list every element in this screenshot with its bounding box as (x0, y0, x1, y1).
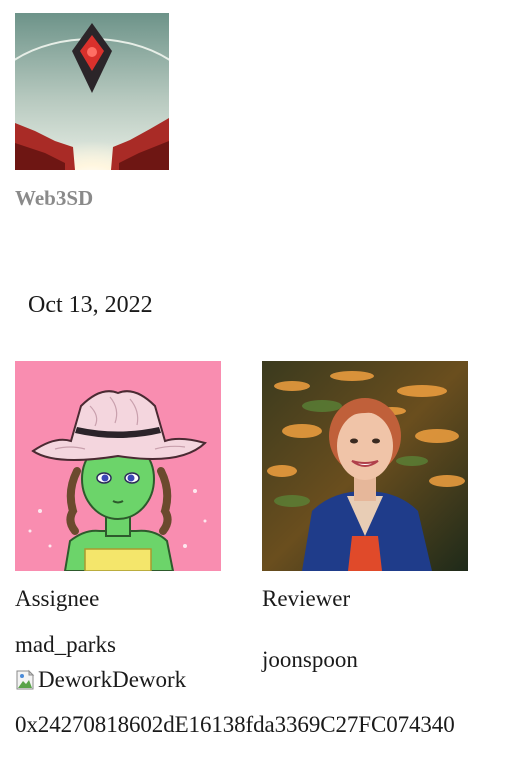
org-avatar[interactable] (15, 13, 169, 170)
assignee-label: Assignee (15, 586, 100, 611)
dework-badge-alt: Dework (38, 667, 113, 692)
assignee-avatar[interactable] (15, 361, 221, 571)
task-date: Oct 13, 2022 (28, 292, 153, 318)
reviewer-avatar[interactable] (262, 361, 468, 571)
reviewer-label: Reviewer (262, 586, 351, 611)
broken-image-icon (15, 669, 37, 691)
wallet-address[interactable]: 0x24270818602dE16138fda3369C27FC074340 (15, 712, 455, 738)
dework-badge-text: Dework (112, 667, 187, 692)
org-name[interactable]: Web3SD (15, 186, 93, 211)
assignee-username[interactable]: mad_parks (15, 632, 116, 658)
woman-portrait-avatar-icon (262, 361, 468, 571)
cowgirl-avatar-icon (15, 361, 221, 571)
reviewer-username[interactable]: joonspoon (262, 647, 358, 673)
dework-badge[interactable]: Dework Dework (15, 667, 186, 693)
org-logo-icon (15, 13, 169, 170)
